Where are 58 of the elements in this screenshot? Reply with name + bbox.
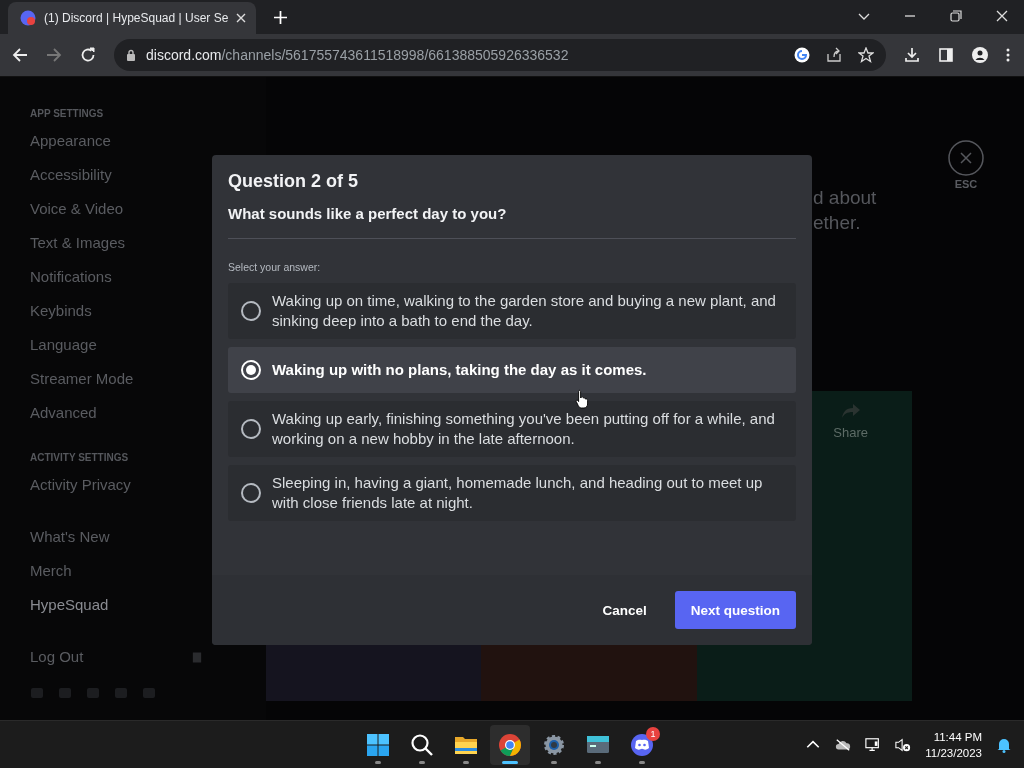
share-label: Share <box>833 425 868 440</box>
option-text: Waking up on time, walking to the garden store and buying a new plant, and sinking deep into a bath to end the day. <box>272 291 777 331</box>
esc-label: ESC <box>954 178 978 190</box>
dialog-title: Question 2 of 5 <box>228 171 360 193</box>
google-icon[interactable] <box>794 47 810 63</box>
reload-icon[interactable] <box>80 47 96 63</box>
menu-icon[interactable] <box>1006 47 1010 63</box>
taskbar-app[interactable] <box>490 724 530 765</box>
discord-icon <box>630 732 654 757</box>
next-question-button[interactable]: Next question <box>674 591 796 629</box>
section-heading: ACTIVITY SETTINGS <box>30 451 130 465</box>
radio-button[interactable] <box>240 482 262 504</box>
address-bar[interactable]: discord.com/channels/561755743611518998/661388505926336532 <box>114 39 886 71</box>
heading-text: d about <box>813 186 877 210</box>
logout-item[interactable]: Log Out <box>30 640 84 674</box>
speaker-muted-icon[interactable] <box>895 736 912 753</box>
option-text: Waking up with no plans, taking the day as it comes. <box>272 360 647 380</box>
share-icon[interactable] <box>826 47 842 63</box>
clock-time: 11:44 PM <box>933 729 982 745</box>
answer-option[interactable]: Waking up with no plans, taking the day as it comes. <box>228 347 796 393</box>
windows-icon <box>366 732 390 757</box>
profile-icon[interactable] <box>972 47 988 63</box>
cancel-button[interactable]: Cancel <box>586 592 663 628</box>
browser-tab[interactable]: (1) Discord | HypeSquad | User Se <box>8 2 257 34</box>
heading-text: ether. <box>813 211 862 235</box>
option-text: Sleeping in, having a giant, homemade lunch, and heading out to meet up with close friends late at night. <box>272 473 764 513</box>
cloud-off-icon[interactable] <box>835 736 852 753</box>
star-icon[interactable] <box>858 47 874 63</box>
download-icon[interactable] <box>904 47 920 63</box>
radio-button[interactable] <box>240 418 262 440</box>
bell-icon[interactable] <box>996 736 1012 753</box>
url-host: discord.com <box>146 47 222 63</box>
question-text: What sounds like a perfect day to you? <box>228 199 796 239</box>
hand-cursor-icon <box>575 389 589 409</box>
option-text: Waking up early, finishing something you've been putting off for a while, and working on a new hobby in the late afternoon. <box>272 409 776 449</box>
section-heading: APP SETTINGS <box>30 107 105 121</box>
radio-button[interactable] <box>240 300 262 322</box>
search-icon <box>410 732 434 757</box>
chrome-icon <box>498 732 522 757</box>
restore-icon[interactable] <box>950 10 962 22</box>
side-panel-icon[interactable] <box>938 47 954 63</box>
clock-date: 11/23/2023 <box>925 745 982 761</box>
gear-icon <box>542 732 566 757</box>
answer-option[interactable]: Waking up early, finishing something you've been putting off for a while, and working on a new hobby in the late afternoon. <box>228 401 796 457</box>
url-path: /channels/561755743611518998/661388505926336532 <box>221 47 569 63</box>
answer-option[interactable]: Waking up on time, walking to the garden store and buying a new plant, and sinking deep into a bath to end the day. <box>228 283 796 339</box>
forward-icon[interactable] <box>46 47 62 63</box>
taskbar-app[interactable]: 1 <box>622 724 662 765</box>
discord-icon <box>20 10 36 26</box>
back-icon[interactable] <box>12 47 28 63</box>
lock-icon <box>126 49 136 61</box>
prompt-text: Select your answer: <box>228 261 322 273</box>
new-tab-icon[interactable] <box>274 11 288 24</box>
answer-option[interactable]: Sleeping in, having a giant, homemade lunch, and heading out to meet up with close friends late at night. <box>228 465 796 521</box>
network-icon[interactable] <box>865 736 882 753</box>
notification-badge: 1 <box>646 726 660 741</box>
sidebar-item[interactable]: Appearance <box>30 124 266 158</box>
tab-title: (1) Discord | HypeSquad | User Se <box>44 11 229 25</box>
